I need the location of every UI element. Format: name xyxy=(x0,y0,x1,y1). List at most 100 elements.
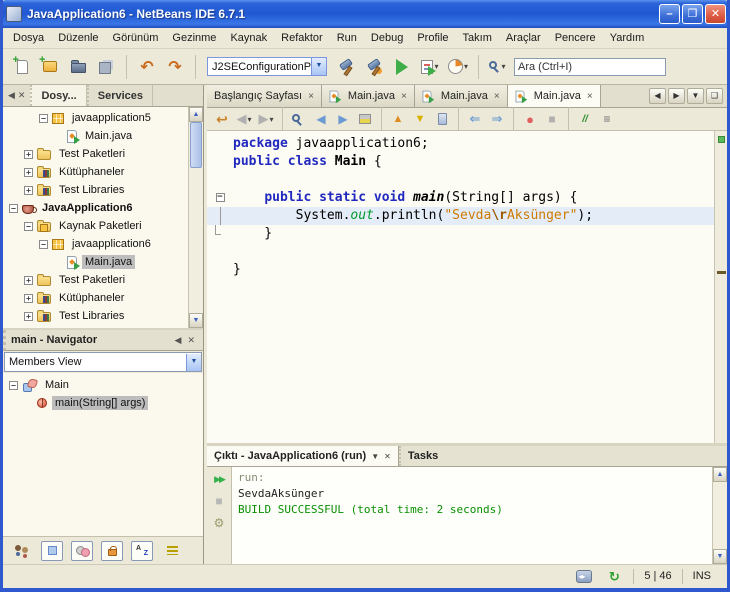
forward-icon-dropdown[interactable]: ▾ xyxy=(269,115,273,124)
projects-scrollbar[interactable]: ▲ ▼ xyxy=(188,107,203,328)
search-icon-dropdown[interactable]: ▾ xyxy=(501,62,505,71)
close-tab-icon[interactable]: ✕ xyxy=(384,452,391,461)
menu-pencere[interactable]: Pencere xyxy=(548,29,603,47)
code-fold-icon[interactable]: − xyxy=(215,193,225,202)
expander-icon[interactable]: + xyxy=(24,275,33,285)
menu-takım[interactable]: Takım xyxy=(456,29,499,47)
code-editor[interactable]: package javaapplication6; public class Ma… xyxy=(207,131,727,443)
update-center-icon[interactable]: ↻ xyxy=(601,564,627,589)
code-line[interactable]: } xyxy=(207,225,714,243)
sort-alphabetically-button-wrap[interactable] xyxy=(129,538,155,564)
menu-düzenle[interactable]: Düzenle xyxy=(51,29,105,47)
scroll-up-icon[interactable]: ▲ xyxy=(189,107,203,122)
scroll-up-icon[interactable]: ▲ xyxy=(713,467,727,482)
close-tab-icon[interactable]: × xyxy=(494,91,500,102)
scrollbar-thumb[interactable] xyxy=(190,122,202,168)
editor-tab[interactable]: Main.java × xyxy=(507,85,601,107)
tree-item-test-libraries[interactable]: + Test Libraries xyxy=(3,181,188,199)
output-tab[interactable]: Çıktı - JavaApplication6 (run) ▼ ✕ xyxy=(207,446,399,466)
rerun-icon[interactable]: ▶▶ xyxy=(209,470,229,488)
toggle-highlight-icon[interactable] xyxy=(354,109,376,129)
output-options-icon[interactable]: ▼ xyxy=(371,452,379,461)
find-previous-icon[interactable]: ◀ xyxy=(310,109,332,129)
close-tab-icon[interactable]: × xyxy=(587,91,593,102)
next-bookmark-icon[interactable]: ▼ xyxy=(409,109,431,129)
stop-macro-icon[interactable]: ■ xyxy=(541,109,563,129)
code-line[interactable]: public class Main { xyxy=(207,153,714,171)
editor-sync-icon[interactable] xyxy=(571,564,597,589)
new-file-icon[interactable] xyxy=(9,54,35,80)
stop-run-icon[interactable]: ■ xyxy=(209,492,229,510)
run-settings-icon[interactable]: ⚙ xyxy=(209,514,229,532)
menu-run[interactable]: Run xyxy=(330,29,364,47)
minimize-panel-icon[interactable]: ◀ xyxy=(8,90,15,101)
toggle-bookmark-icon[interactable] xyxy=(431,109,453,129)
undo-icon[interactable]: ↶ xyxy=(134,54,160,80)
editor-tab[interactable]: Main.java × xyxy=(321,85,415,107)
forward-icon[interactable]: ▶ ▾ xyxy=(255,109,277,129)
close-tab-icon[interactable]: × xyxy=(401,91,407,102)
expander-icon[interactable]: + xyxy=(24,293,33,303)
minimize-button[interactable]: – xyxy=(659,4,680,24)
find-next-icon[interactable]: ▶ xyxy=(332,109,354,129)
editor-tab[interactable]: Başlangıç Sayfası × xyxy=(207,85,322,107)
scroll-tabs-left-icon[interactable]: ◀ xyxy=(649,88,666,104)
expander-icon[interactable]: − xyxy=(24,221,33,231)
shift-left-icon[interactable]: ⇐ xyxy=(464,109,486,129)
expander-icon[interactable]: − xyxy=(39,239,48,249)
expander-icon[interactable]: − xyxy=(39,113,48,123)
find-icon[interactable] xyxy=(288,109,310,129)
expander-icon[interactable]: + xyxy=(24,149,33,159)
panel-tab-services[interactable]: Services xyxy=(86,85,153,106)
close-tab-icon[interactable]: × xyxy=(308,91,314,102)
maximize-button[interactable]: ❐ xyxy=(682,4,703,24)
expander-icon[interactable]: + xyxy=(24,167,33,177)
code-line[interactable]: package javaapplication6; xyxy=(207,135,714,153)
menu-görünüm[interactable]: Görünüm xyxy=(106,29,166,47)
back-icon-dropdown[interactable]: ▾ xyxy=(247,115,251,124)
scroll-tabs-right-icon[interactable]: ▶ xyxy=(668,88,685,104)
run-project-icon[interactable] xyxy=(389,54,415,80)
search-icon[interactable]: ▾ xyxy=(486,54,512,80)
minimize-panel-icon[interactable]: ◀ xyxy=(172,335,185,346)
navigator-view-selector[interactable]: Members View ▼ xyxy=(4,352,202,372)
code-line[interactable]: System.out.println("Sevda\rAksünger"); xyxy=(207,207,714,225)
comment-icon[interactable]: // xyxy=(574,109,596,129)
scroll-down-icon[interactable]: ▼ xyxy=(713,549,727,564)
expander-icon[interactable]: − xyxy=(9,203,18,213)
chevron-down-icon[interactable]: ▼ xyxy=(186,353,201,371)
profile-project-icon-dropdown[interactable]: ▾ xyxy=(464,62,468,71)
tab-list-icon[interactable]: ▼ xyxy=(687,88,704,104)
chevron-down-icon[interactable]: ▼ xyxy=(311,58,326,75)
show-fields-button[interactable] xyxy=(41,540,63,561)
profile-project-icon[interactable]: ▾ xyxy=(445,54,471,80)
tree-item-k-t-phaneler[interactable]: + Kütüphaneler xyxy=(3,289,188,307)
tree-item-test-libraries[interactable]: + Test Libraries xyxy=(3,307,188,325)
tree-item-kaynak-paketleri[interactable]: − Kaynak Paketleri xyxy=(3,217,188,235)
menu-refaktor[interactable]: Refaktor xyxy=(274,29,330,47)
previous-bookmark-icon[interactable]: ▲ xyxy=(387,109,409,129)
output-tab[interactable]: Tasks xyxy=(398,446,445,466)
tree-item-test-paketleri[interactable]: + Test Paketleri xyxy=(3,271,188,289)
sort-alphabetically-button[interactable] xyxy=(131,540,153,561)
show-static-members-button[interactable] xyxy=(71,540,93,561)
show-non-public-members-button-wrap[interactable] xyxy=(99,538,125,564)
code-line[interactable]: − public static void main(String[] args)… xyxy=(207,189,714,207)
record-macro-icon[interactable]: ● xyxy=(519,109,541,129)
scroll-down-icon[interactable]: ▼ xyxy=(189,313,203,328)
debug-project-icon[interactable]: ▾ xyxy=(417,54,443,80)
sort-by-source-icon[interactable] xyxy=(159,538,185,564)
expander-icon[interactable]: + xyxy=(24,185,33,195)
tree-item-javaapplication6[interactable]: − javaapplication6 xyxy=(3,235,188,253)
menu-profile[interactable]: Profile xyxy=(410,29,455,47)
save-all-icon[interactable] xyxy=(93,54,119,80)
clean-build-project-icon[interactable] xyxy=(361,54,387,80)
tree-item-k-t-phaneler[interactable]: + Kütüphaneler xyxy=(3,163,188,181)
tree-item-test-paketleri[interactable]: + Test Paketleri xyxy=(3,145,188,163)
menu-debug[interactable]: Debug xyxy=(364,29,410,47)
expander-icon[interactable]: + xyxy=(24,311,33,321)
close-panel-icon[interactable]: ✕ xyxy=(18,90,26,101)
tree-item-main-java[interactable]: −Main.java xyxy=(3,127,188,145)
tree-item-javaapplication6[interactable]: − JavaApplication6 xyxy=(3,199,188,217)
redo-icon[interactable]: ↷ xyxy=(162,54,188,80)
